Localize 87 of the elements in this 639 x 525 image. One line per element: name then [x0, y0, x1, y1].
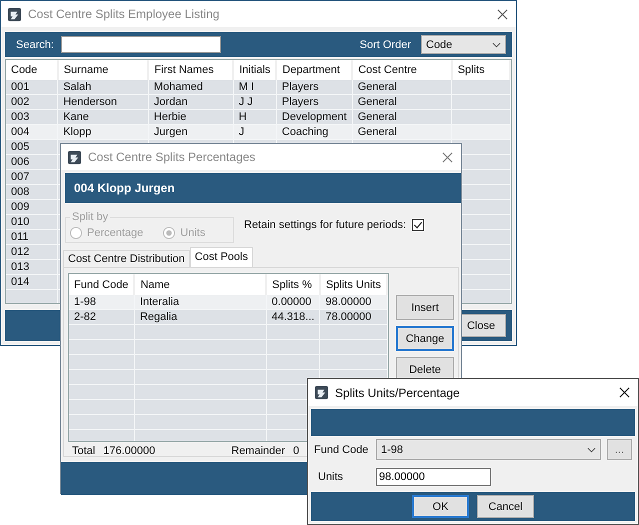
- table-cell: 011: [11, 231, 29, 243]
- column-header[interactable]: Department: [276, 60, 352, 80]
- close-icon[interactable]: [619, 387, 630, 398]
- table-cell: Kane: [63, 111, 89, 123]
- table-cell: General: [358, 126, 397, 138]
- table-cell: Players: [282, 96, 319, 108]
- table-row[interactable]: 002 Henderson Jordan J J Players General: [6, 94, 510, 110]
- table-cell: 001: [11, 81, 30, 93]
- search-field[interactable]: [60, 36, 221, 53]
- table-cell: 005: [11, 141, 30, 153]
- table-cell: 007: [11, 171, 30, 183]
- table-cell: Players: [282, 81, 319, 93]
- fund-code-dropdown[interactable]: 1-98: [376, 439, 601, 460]
- table-cell: 0.00000: [272, 296, 312, 308]
- close-icon[interactable]: [497, 8, 508, 20]
- remainder-value: 0: [293, 445, 300, 457]
- table-row[interactable]: 004 Klopp Jurgen J Coaching General: [6, 124, 510, 140]
- table-row[interactable]: 1-98 Interalia 0.00000 98.00000: [69, 295, 387, 310]
- table-cell: Henderson: [63, 96, 118, 108]
- table-cell: 010: [11, 216, 30, 228]
- table-cell: Development: [282, 111, 347, 123]
- column-header[interactable]: First Names: [148, 60, 234, 80]
- chevron-down-icon: [492, 42, 501, 48]
- table-cell: General: [358, 111, 397, 123]
- table-cell: 002: [11, 96, 30, 108]
- browse-button[interactable]: ...: [606, 439, 632, 460]
- table-cell: 009: [11, 201, 30, 213]
- table-cell: J: [238, 126, 244, 138]
- table-cell: J J: [238, 96, 253, 108]
- search-label: Search:: [16, 38, 54, 50]
- table-cell: 006: [11, 156, 30, 168]
- app-icon: [314, 385, 329, 400]
- table-cell: Herbie: [154, 111, 186, 123]
- table-cell: Klopp: [63, 126, 92, 138]
- units-label: Units: [317, 470, 344, 482]
- table-cell: Jordan: [154, 96, 188, 108]
- column-header[interactable]: Splits: [452, 60, 510, 80]
- table-cell: Salah: [63, 81, 92, 93]
- app-icon: [67, 150, 82, 164]
- table-cell: 008: [11, 186, 30, 198]
- dialog-title: Splits Units/Percentage: [335, 386, 461, 400]
- tab[interactable]: Cost Pools: [190, 247, 253, 267]
- table-row[interactable]: 2-82 Regalia 44.318... 78.00000: [69, 310, 387, 324]
- table-cell: Coaching: [282, 126, 328, 138]
- column-header[interactable]: Fund Code: [69, 274, 134, 295]
- table-cell: 98.00000: [325, 296, 372, 308]
- table-cell: Jurgen: [154, 126, 188, 138]
- tab[interactable]: Cost Centre Distribution: [63, 250, 190, 267]
- table-row[interactable]: 001 Salah Mohamed M I Players General: [6, 80, 510, 94]
- column-header[interactable]: Initials: [233, 60, 276, 80]
- table-cell: M I: [238, 81, 254, 93]
- chevron-down-icon: [586, 446, 596, 452]
- total-label: Total: [72, 445, 96, 457]
- table-cell: 44.318...: [272, 311, 314, 323]
- column-header[interactable]: Code: [6, 60, 58, 80]
- table-cell: Interalia: [140, 296, 180, 308]
- table-cell: 003: [11, 111, 30, 123]
- dialog-button[interactable]: OK: [412, 495, 469, 518]
- table-cell: 014: [11, 276, 30, 288]
- action-button[interactable]: Change: [396, 326, 454, 351]
- retain-label: Retain settings for future periods:: [244, 219, 406, 231]
- table-cell: 012: [11, 246, 30, 258]
- sort-order-label: Sort Order: [360, 38, 411, 50]
- column-header[interactable]: Splits %: [266, 274, 320, 295]
- table-cell: Regalia: [140, 311, 178, 323]
- column-header[interactable]: Cost Centre: [352, 60, 452, 80]
- retain-checkbox[interactable]: [412, 219, 424, 231]
- window-title: Cost Centre Splits Employee Listing: [28, 7, 220, 21]
- app-icon: [7, 6, 22, 22]
- remainder-label: Remainder: [231, 445, 286, 457]
- table-cell: 2-82: [74, 311, 96, 323]
- table-cell: 004: [11, 126, 30, 138]
- dialog-button[interactable]: Cancel: [477, 495, 534, 518]
- table-cell: 1-98: [74, 296, 96, 308]
- table-cell: Mohamed: [154, 81, 203, 93]
- table-cell: H: [238, 111, 247, 123]
- column-header[interactable]: Surname: [58, 60, 148, 80]
- column-header[interactable]: Name: [134, 274, 266, 295]
- sort-order-dropdown[interactable]: Code: [421, 35, 506, 54]
- table-cell: General: [358, 96, 397, 108]
- column-header[interactable]: Splits Units: [320, 274, 387, 295]
- table-cell: General: [358, 81, 397, 93]
- action-button[interactable]: Insert: [396, 295, 454, 320]
- table-cell: 013: [11, 261, 30, 273]
- table-cell: 78.00000: [325, 311, 372, 323]
- units-field[interactable]: 98.00000: [376, 468, 491, 486]
- total-value: 176.00000: [103, 445, 156, 457]
